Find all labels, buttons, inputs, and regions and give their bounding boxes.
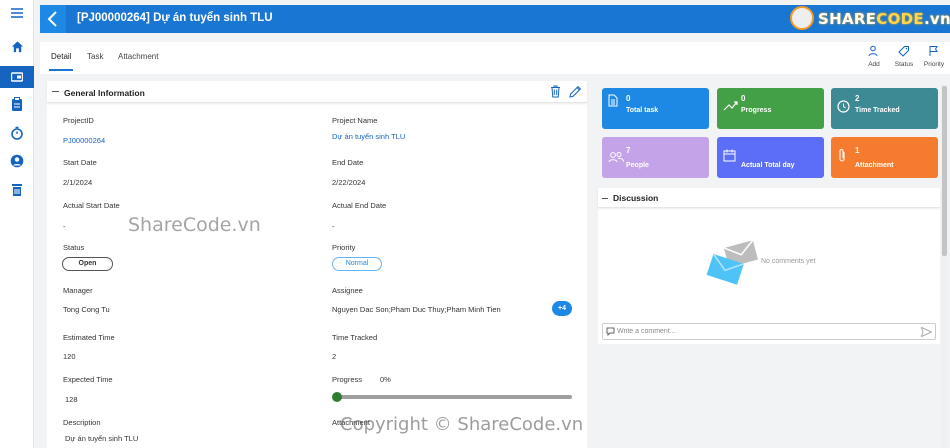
sharecode-logo: SHARECODE.vn [790, 6, 950, 30]
discussion-title: Discussion [613, 193, 659, 203]
envelopes-icon [706, 239, 758, 285]
project-id-value[interactable]: PJ00000264 [63, 136, 105, 145]
trash-icon [551, 85, 560, 98]
project-id-label: ProjectID [63, 116, 94, 125]
assignee-label: Assignee [332, 286, 363, 295]
end-date-label: End Date [332, 158, 364, 167]
progress-label: Progress [332, 375, 363, 384]
progress-value: 0% [380, 375, 391, 384]
flag-icon [929, 46, 938, 56]
home-icon[interactable] [9, 40, 25, 56]
status-label: Status [63, 243, 85, 252]
actual-start-label: Actual Start Date [63, 201, 120, 210]
expected-time-value: 128 [65, 395, 78, 404]
logo-text: SHARECODE.vn [818, 10, 950, 28]
actual-end-value: - [332, 222, 335, 231]
tab-detail[interactable]: Detail [48, 52, 74, 71]
assignee-value: Nguyen Dac Son;Pham Duc Thuy;Pham Minh T… [332, 305, 501, 314]
status-badge[interactable]: Open [62, 257, 113, 271]
delete-button[interactable] [550, 85, 561, 100]
stopwatch-icon[interactable] [9, 126, 25, 142]
user-circle-icon[interactable] [9, 154, 25, 170]
start-date-value: 2/1/2024 [63, 178, 93, 187]
time-tracked-label: Time Tracked [332, 333, 378, 342]
side-nav [0, 0, 34, 448]
project-name-value[interactable]: Dự án tuyển sinh TLU [332, 132, 405, 141]
paperclip-icon [839, 149, 845, 162]
more-assignees-badge[interactable]: +4 [552, 301, 572, 316]
collapse-icon[interactable] [52, 91, 59, 92]
stat-progress[interactable]: 0 Progress [717, 88, 824, 129]
manager-value: Tong Cong Tu [63, 305, 110, 314]
priority-badge[interactable]: Normal [332, 257, 382, 271]
general-info-title: General Information [64, 88, 145, 98]
pencil-icon [569, 85, 582, 98]
stat-time-tracked[interactable]: 2 Time Tracked [831, 88, 938, 129]
end-date-value: 2/22/2024 [332, 178, 366, 187]
tab-bar: Detail Task Attachment Add Status Priori… [40, 42, 950, 74]
add-user-button[interactable]: Add [859, 45, 889, 68]
discussion-header[interactable]: Discussion [598, 188, 940, 208]
page-title: [PJ00000264] Dự án tuyển sinh TLU [77, 12, 273, 24]
progress-slider-thumb[interactable] [332, 392, 342, 402]
collapse-icon[interactable] [602, 198, 608, 199]
priority-button[interactable]: Priority [919, 45, 949, 68]
edit-button[interactable] [569, 85, 582, 100]
actual-end-label: Actual End Date [332, 201, 387, 210]
stat-attachment[interactable]: 1 Attachment [831, 137, 938, 178]
recycle-bin-icon[interactable] [9, 183, 25, 199]
scrollbar-thumb[interactable] [942, 86, 947, 256]
description-value: Dự án tuyển sinh TLU [65, 434, 139, 443]
tag-icon [898, 46, 909, 57]
general-info-header[interactable]: General Information [47, 81, 587, 103]
trend-chart-icon [723, 101, 738, 111]
actual-start-value: - [63, 222, 66, 231]
stat-total-task[interactable]: 0 Total task [602, 88, 709, 129]
estimated-time-value: 120 [63, 352, 76, 361]
no-comments-text: No comments yet [761, 258, 816, 265]
stat-people[interactable]: 7 People [602, 137, 709, 178]
clipboard-icon[interactable] [9, 97, 25, 113]
calendar-icon [723, 149, 736, 162]
general-info-panel: General Information [47, 81, 587, 448]
comment-box[interactable] [602, 323, 936, 340]
estimated-time-label: Estimated Time [63, 333, 115, 342]
send-icon[interactable] [921, 327, 932, 337]
stat-actual-total-day[interactable]: Actual Total day [717, 137, 824, 178]
scrollbar[interactable] [941, 84, 948, 448]
people-icon [608, 152, 624, 163]
start-date-label: Start Date [63, 158, 97, 167]
discussion-panel: Discussion No comments yet [598, 188, 940, 344]
person-add-icon [868, 45, 878, 57]
back-button[interactable] [40, 5, 66, 33]
expected-time-label: Expected Time [63, 375, 113, 384]
project-nav-icon[interactable] [0, 66, 34, 88]
watermark-center: ShareCode.vn [128, 214, 261, 236]
comment-input[interactable] [617, 326, 907, 337]
tab-task[interactable]: Task [87, 52, 103, 61]
progress-slider[interactable] [336, 395, 572, 399]
menu-icon[interactable] [9, 6, 25, 22]
project-name-label: Project Name [332, 116, 378, 125]
priority-label: Priority [332, 243, 356, 252]
manager-label: Manager [63, 286, 93, 295]
logo-mark-icon [790, 6, 814, 30]
description-label: Description [63, 418, 101, 427]
time-tracked-value: 2 [332, 352, 337, 361]
tab-attachment[interactable]: Attachment [118, 52, 158, 61]
clock-icon [837, 100, 850, 113]
comment-icon [606, 327, 615, 336]
watermark-bottom: Copyright © ShareCode.vn [340, 414, 584, 435]
document-icon [608, 94, 618, 107]
status-button[interactable]: Status [889, 45, 919, 68]
